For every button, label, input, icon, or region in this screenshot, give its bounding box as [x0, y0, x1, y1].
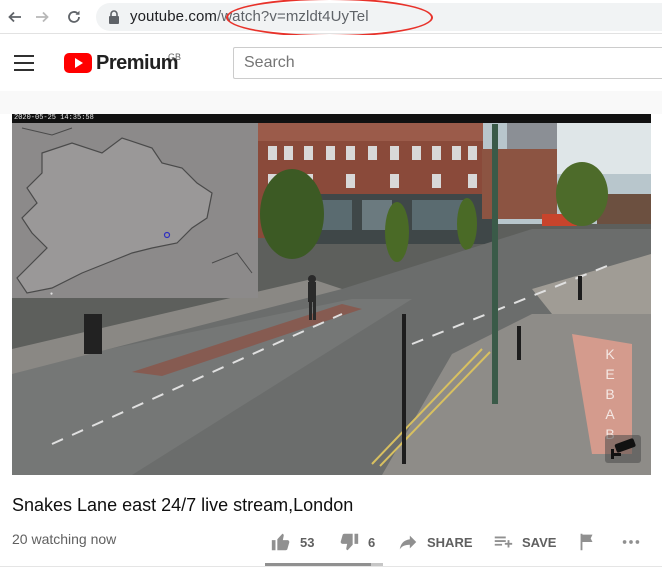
dislike-count: 6: [368, 534, 376, 550]
cctv-camera-icon: [605, 435, 641, 463]
menu-icon[interactable]: [14, 55, 34, 71]
map-overlay: ●: [12, 123, 258, 298]
video-timestamp-bar: 2020-05-25 14:35:58: [12, 114, 651, 123]
search-box: [233, 47, 662, 79]
divider: [0, 566, 662, 567]
uk-map-image: ●: [16, 127, 253, 297]
page-gap: [0, 91, 662, 114]
lock-icon: [109, 10, 119, 24]
back-button[interactable]: [4, 6, 26, 28]
share-arrow-icon: [399, 535, 417, 550]
video-title: Snakes Lane east 24/7 live stream,London: [12, 495, 354, 515]
dislike-button[interactable]: 6: [338, 528, 375, 556]
region-code: GB: [168, 52, 182, 62]
report-button[interactable]: [576, 528, 598, 556]
svg-text:●: ●: [50, 291, 53, 297]
share-button[interactable]: SHARE: [397, 528, 473, 556]
more-dots-icon: [622, 540, 640, 544]
watching-count: 20 watching now: [12, 531, 117, 547]
url-domain: youtube.com: [130, 8, 217, 25]
save-label: SAVE: [522, 534, 557, 550]
save-button[interactable]: SAVE: [492, 528, 556, 556]
back-arrow-icon: [8, 11, 21, 23]
forward-button[interactable]: [31, 6, 53, 28]
like-count: 53: [300, 534, 315, 550]
search-input[interactable]: [234, 48, 662, 78]
thumbs-up-icon: [271, 533, 290, 551]
kebab-sign-letter: B: [605, 386, 614, 402]
reload-button[interactable]: [63, 6, 85, 28]
youtube-premium-logo[interactable]: Premium: [64, 51, 179, 75]
youtube-header: Premium GB: [0, 35, 662, 91]
thumbs-down-icon: [340, 533, 359, 551]
forward-arrow-icon: [36, 11, 49, 23]
kebab-sign-letter: E: [605, 366, 614, 382]
more-button[interactable]: [620, 528, 642, 556]
share-label: SHARE: [427, 534, 473, 550]
logo-text: Premium: [96, 51, 179, 74]
kebab-sign-letter: A: [605, 406, 615, 422]
video-timestamp: 2020-05-25 14:35:58: [14, 114, 94, 122]
red-annotation-ellipse: [226, 0, 433, 37]
playlist-add-icon: [494, 536, 513, 548]
flag-icon: [580, 533, 593, 551]
kebab-sign-letter: K: [605, 346, 615, 362]
browser-toolbar: youtube.com/watch?v=mzldt4UyTel: [0, 0, 662, 37]
youtube-play-icon: [64, 53, 92, 73]
like-button[interactable]: 53: [270, 528, 314, 556]
video-player[interactable]: KEBAB 2020-05-25 14:35:58 ●: [12, 114, 651, 475]
reload-icon: [68, 10, 80, 23]
